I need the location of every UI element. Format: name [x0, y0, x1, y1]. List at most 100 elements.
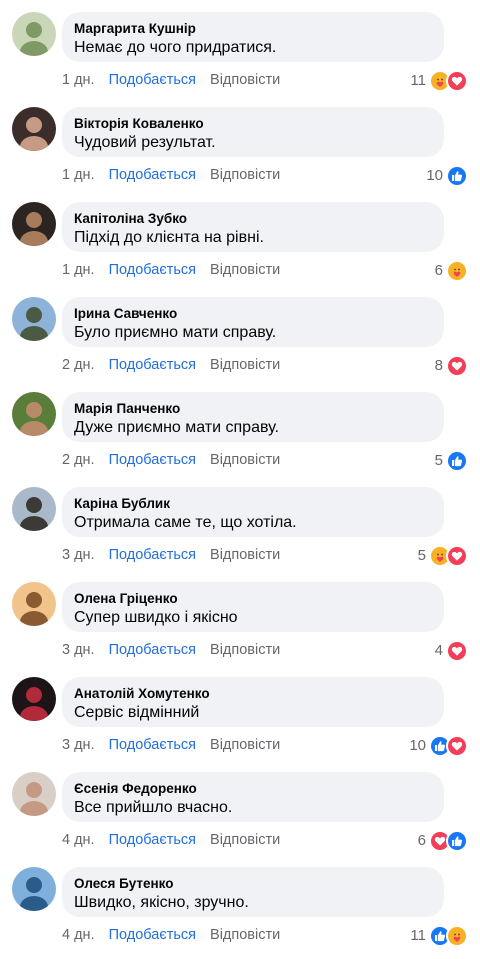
- comment-actions: 1 дн. Подобається Відповісти: [62, 166, 280, 184]
- comment-bubble: Капітоліна Зубко Підхід до клієнта на рі…: [62, 202, 444, 252]
- reaction-icons: [446, 260, 468, 282]
- comment-bubble: Каріна Бублик Отримала саме те, що хотіл…: [62, 487, 444, 537]
- comment-text: Було приємно мати справу.: [74, 324, 277, 341]
- comment-author[interactable]: Маргарита Кушнір: [74, 20, 432, 37]
- avatar[interactable]: [12, 677, 56, 721]
- reply-button[interactable]: Відповісти: [210, 72, 280, 88]
- like-button[interactable]: Подобається: [109, 72, 196, 88]
- comment-author[interactable]: Анатолій Хомутенко: [74, 685, 432, 702]
- avatar[interactable]: [12, 392, 56, 436]
- reactions-summary[interactable]: 10: [426, 165, 468, 187]
- reply-button[interactable]: Відповісти: [210, 832, 280, 848]
- comment-text: Все прийшло вчасно.: [74, 799, 233, 816]
- comment-author[interactable]: Олена Гріценко: [74, 590, 432, 607]
- avatar[interactable]: [12, 867, 56, 911]
- avatar[interactable]: [12, 772, 56, 816]
- reaction-icons: [446, 640, 468, 662]
- reply-button[interactable]: Відповісти: [210, 167, 280, 183]
- comment-text: Підхід до клієнта на рівні.: [74, 229, 264, 246]
- comment-timestamp[interactable]: 2 дн.: [62, 357, 95, 373]
- reply-button[interactable]: Відповісти: [210, 927, 280, 943]
- reply-button[interactable]: Відповісти: [210, 547, 280, 563]
- comment-timestamp[interactable]: 1 дн.: [62, 167, 95, 183]
- love-reaction-icon: [446, 640, 468, 662]
- comment-author[interactable]: Марія Панченко: [74, 400, 432, 417]
- reactions-summary[interactable]: 4: [434, 640, 468, 662]
- like-button[interactable]: Подобається: [109, 262, 196, 278]
- like-reaction-icon: [446, 165, 468, 187]
- comment-author[interactable]: Капітоліна Зубко: [74, 210, 432, 227]
- reaction-count: 11: [410, 72, 426, 89]
- like-button[interactable]: Подобається: [109, 547, 196, 563]
- like-button[interactable]: Подобається: [109, 167, 196, 183]
- comment: Каріна Бублик Отримала саме те, що хотіл…: [0, 475, 480, 570]
- comment-timestamp[interactable]: 4 дн.: [62, 832, 95, 848]
- love-reaction-icon: [446, 735, 468, 757]
- comment-author[interactable]: Вікторія Коваленко: [74, 115, 432, 132]
- comment-actions: 3 дн. Подобається Відповісти: [62, 641, 280, 659]
- reactions-summary[interactable]: 11: [410, 70, 468, 92]
- reaction-count: 5: [417, 547, 426, 564]
- comment-bubble: Олеся Бутенко Швидко, якісно, зручно.: [62, 867, 444, 917]
- like-reaction-icon: [446, 830, 468, 852]
- comment-actions: 3 дн. Подобається Відповісти: [62, 736, 280, 754]
- avatar[interactable]: [12, 487, 56, 531]
- comment: Маргарита Кушнір Немає до чого придратис…: [0, 0, 480, 95]
- reactions-summary[interactable]: 5: [417, 545, 468, 567]
- avatar[interactable]: [12, 107, 56, 151]
- like-button[interactable]: Подобається: [109, 832, 196, 848]
- comment-timestamp[interactable]: 3 дн.: [62, 737, 95, 753]
- comment-actions: 2 дн. Подобається Відповісти: [62, 451, 280, 469]
- comment-text: Супер швидко і якісно: [74, 609, 238, 626]
- reactions-summary[interactable]: 6: [434, 260, 468, 282]
- comment-timestamp[interactable]: 1 дн.: [62, 72, 95, 88]
- reactions-summary[interactable]: 8: [435, 355, 468, 377]
- comment-actions: 4 дн. Подобається Відповісти: [62, 831, 280, 849]
- like-button[interactable]: Подобається: [109, 452, 196, 468]
- reply-button[interactable]: Відповісти: [210, 262, 280, 278]
- reactions-summary[interactable]: 11: [410, 925, 468, 947]
- like-button[interactable]: Подобається: [109, 927, 196, 943]
- comment: Анатолій Хомутенко Сервіс відмінний 3 дн…: [0, 665, 480, 760]
- comment-timestamp[interactable]: 3 дн.: [62, 642, 95, 658]
- reaction-count: 6: [434, 262, 443, 279]
- reply-button[interactable]: Відповісти: [210, 737, 280, 753]
- reactions-summary[interactable]: 6: [418, 830, 468, 852]
- avatar[interactable]: [12, 582, 56, 626]
- reactions-summary[interactable]: 10: [409, 735, 468, 757]
- reaction-icons: [429, 735, 468, 757]
- comment: Єсенія Федоренко Все прийшло вчасно. 4 д…: [0, 760, 480, 855]
- avatar[interactable]: [12, 12, 56, 56]
- avatar[interactable]: [12, 297, 56, 341]
- comment-timestamp[interactable]: 4 дн.: [62, 927, 95, 943]
- love-reaction-icon: [446, 70, 468, 92]
- like-reaction-icon: [446, 450, 468, 472]
- love-reaction-icon: [446, 355, 468, 377]
- reply-button[interactable]: Відповісти: [210, 642, 280, 658]
- comment-author[interactable]: Каріна Бублик: [74, 495, 432, 512]
- comment: Марія Панченко Дуже приємно мати справу.…: [0, 380, 480, 475]
- like-button[interactable]: Подобається: [109, 642, 196, 658]
- like-button[interactable]: Подобається: [109, 357, 196, 373]
- reactions-summary[interactable]: 5: [434, 450, 468, 472]
- comment-author[interactable]: Єсенія Федоренко: [74, 780, 432, 797]
- reply-button[interactable]: Відповісти: [210, 452, 280, 468]
- reaction-count: 10: [426, 167, 443, 184]
- reaction-count: 5: [434, 452, 443, 469]
- comment-author[interactable]: Олеся Бутенко: [74, 875, 432, 892]
- comment-text: Чудовий результат.: [74, 134, 216, 151]
- comment-text: Сервіс відмінний: [74, 704, 200, 721]
- comment-bubble: Анатолій Хомутенко Сервіс відмінний: [62, 677, 444, 727]
- love-reaction-icon: [446, 545, 468, 567]
- like-button[interactable]: Подобається: [109, 737, 196, 753]
- comment-bubble: Маргарита Кушнір Немає до чого придратис…: [62, 12, 444, 62]
- reply-button[interactable]: Відповісти: [210, 357, 280, 373]
- avatar[interactable]: [12, 202, 56, 246]
- comment-timestamp[interactable]: 1 дн.: [62, 262, 95, 278]
- comment-timestamp[interactable]: 3 дн.: [62, 547, 95, 563]
- comment-text: Дуже приємно мати справу.: [74, 419, 279, 436]
- reaction-count: 4: [434, 642, 443, 659]
- comment-timestamp[interactable]: 2 дн.: [62, 452, 95, 468]
- comment-author[interactable]: Ірина Савченко: [74, 305, 432, 322]
- comment-actions: 4 дн. Подобається Відповісти: [62, 926, 280, 944]
